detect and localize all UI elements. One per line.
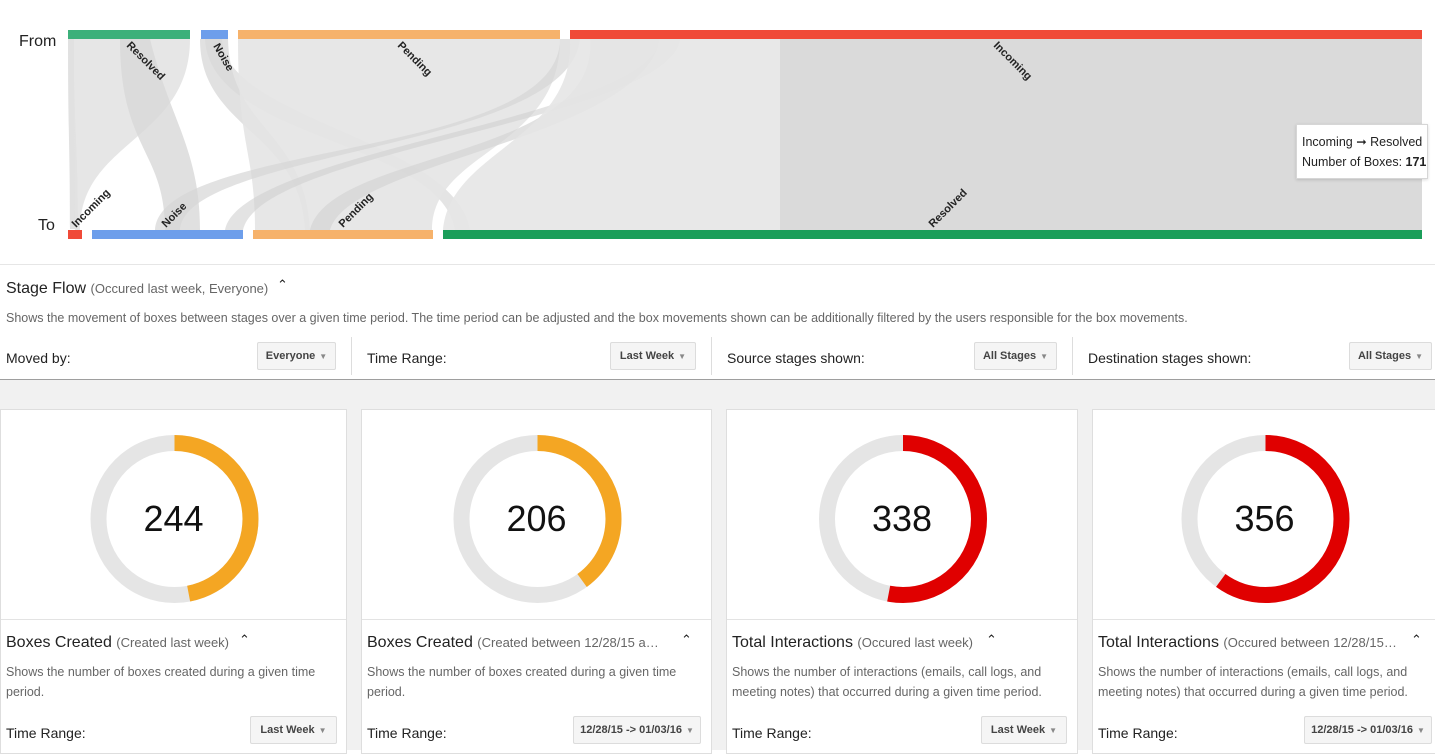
card-description: Shows the number of boxes created during…: [367, 665, 677, 699]
dropdown-value: Last Week: [990, 724, 1046, 736]
metric-card: 338 Total Interactions (Occured last week…: [726, 409, 1078, 754]
caret-down-icon: ▼: [1040, 351, 1049, 361]
time-range-dropdown[interactable]: Last Week ▼: [250, 716, 337, 744]
caret-down-icon: ▼: [319, 351, 328, 361]
stage-flow-panel: Stage Flow (Occured last week, Everyone)…: [0, 264, 1435, 380]
card-subtitle: (Created last week): [116, 635, 230, 650]
collapse-chevron-up-icon[interactable]: ⌃: [986, 632, 997, 648]
time-range-label: Time Range:: [367, 725, 447, 741]
from-node-noise[interactable]: [201, 30, 228, 39]
sankey-tooltip: Incoming ➞ Resolved Number of Boxes: 171: [1296, 124, 1428, 179]
metric-card: 206 Boxes Created (Created between 12/28/…: [361, 409, 712, 754]
metric-value: 244: [143, 498, 204, 539]
time-range-label: Time Range:: [367, 350, 447, 366]
card-subtitle: (Occured last week): [857, 635, 973, 650]
time-range-label: Time Range:: [1098, 725, 1178, 741]
tooltip-metric: Number of Boxes: 171: [1302, 152, 1427, 172]
tooltip-metric-label: Number of Boxes:: [1302, 155, 1403, 169]
caret-down-icon: ▼: [1415, 351, 1424, 361]
stage-flow-subtitle: (Occured last week, Everyone): [90, 281, 269, 296]
donut-chart-area: 206: [362, 410, 711, 620]
card-subtitle: (Created between 12/28/15 a…: [477, 635, 659, 650]
collapse-chevron-up-icon[interactable]: ⌃: [1411, 632, 1422, 648]
dropdown-value: All Stages: [982, 350, 1037, 362]
from-node-pending[interactable]: [238, 30, 560, 39]
to-axis-label: To: [38, 217, 55, 234]
destination-stages-label: Destination stages shown:: [1088, 350, 1252, 366]
metric-value: 206: [506, 498, 567, 539]
card-subtitle: (Occured between 12/28/15…: [1223, 635, 1397, 650]
card-title: Total Interactions (Occured between 12/2…: [1098, 634, 1404, 652]
moved-by-dropdown[interactable]: Everyone ▼: [257, 342, 336, 370]
card-title: Boxes Created (Created between 12/28/15 …: [367, 634, 674, 652]
stage-flow-sankey-chart: Resolved Noise Pending Incoming Incoming…: [0, 0, 1435, 264]
to-node-noise[interactable]: [92, 230, 243, 239]
dropdown-value: Everyone: [265, 350, 316, 362]
metric-card: 244 Boxes Created (Created last week) ⌃ Sho…: [0, 409, 347, 754]
metric-card: 356 Total Interactions (Occured between 1…: [1092, 409, 1435, 754]
caret-down-icon: ▼: [685, 725, 694, 735]
time-range-dropdown[interactable]: 12/28/15 -> 01/03/16 ▼: [1304, 716, 1432, 744]
metric-value: 356: [1234, 498, 1295, 539]
stage-flow-title-text: Stage Flow: [6, 280, 87, 297]
card-description: Shows the number of interactions (emails…: [732, 665, 1042, 699]
time-range-dropdown[interactable]: Last Week ▼: [981, 716, 1067, 744]
from-node-resolved[interactable]: [68, 30, 190, 39]
donut-chart-area: 244: [1, 410, 346, 620]
time-range-label: Time Range:: [6, 725, 86, 741]
tooltip-title: Incoming ➞ Resolved: [1302, 135, 1423, 149]
caret-down-icon: ▼: [318, 725, 327, 735]
moved-by-label: Moved by:: [6, 350, 71, 366]
to-node-pending[interactable]: [253, 230, 433, 239]
card-title-text: Total Interactions: [732, 634, 853, 651]
time-range-label: Time Range:: [732, 725, 812, 741]
tooltip-metric-value: 171: [1405, 155, 1427, 169]
donut-chart-area: 356: [1093, 410, 1435, 620]
time-range-dropdown[interactable]: 12/28/15 -> 01/03/16 ▼: [573, 716, 701, 744]
time-range-dropdown[interactable]: Last Week ▼: [610, 342, 696, 370]
caret-down-icon: ▼: [1416, 725, 1425, 735]
dropdown-value: Last Week: [260, 724, 315, 736]
collapse-chevron-up-icon[interactable]: ⌃: [681, 632, 692, 648]
divider: [1072, 337, 1073, 375]
source-stages-dropdown[interactable]: All Stages ▼: [974, 342, 1057, 370]
metric-value: 338: [871, 498, 933, 539]
card-description: Shows the number of interactions (emails…: [1098, 665, 1408, 699]
collapse-chevron-up-icon[interactable]: ⌃: [277, 277, 288, 293]
caret-down-icon: ▼: [1049, 725, 1058, 735]
sankey-svg: Resolved Noise Pending Incoming Incoming…: [68, 30, 1422, 239]
to-node-incoming[interactable]: [68, 230, 82, 239]
dropdown-value: Last Week: [619, 350, 675, 362]
card-title-text: Total Interactions: [1098, 634, 1219, 651]
divider: [351, 337, 352, 375]
divider: [711, 337, 712, 375]
stage-flow-title: Stage Flow (Occured last week, Everyone): [6, 280, 268, 298]
stage-flow-description: Shows the movement of boxes between stag…: [6, 311, 1188, 325]
card-description: Shows the number of boxes created during…: [6, 665, 316, 699]
to-node-resolved[interactable]: [443, 230, 1422, 239]
card-title-text: Boxes Created: [367, 634, 473, 651]
from-axis-label: From: [19, 33, 57, 50]
card-title: Boxes Created (Created last week): [6, 634, 232, 652]
from-node-incoming[interactable]: [570, 30, 1422, 39]
collapse-chevron-up-icon[interactable]: ⌃: [239, 632, 250, 648]
card-title-text: Boxes Created: [6, 634, 112, 651]
destination-stages-dropdown[interactable]: All Stages ▼: [1349, 342, 1432, 370]
source-stages-label: Source stages shown:: [727, 350, 865, 366]
card-title: Total Interactions (Occured last week): [732, 634, 979, 652]
donut-chart-area: 338: [727, 410, 1077, 620]
dropdown-value: 12/28/15 -> 01/03/16: [1311, 724, 1413, 736]
dropdown-value: All Stages: [1357, 350, 1412, 362]
dropdown-value: 12/28/15 -> 01/03/16: [580, 724, 682, 736]
caret-down-icon: ▼: [678, 351, 687, 361]
